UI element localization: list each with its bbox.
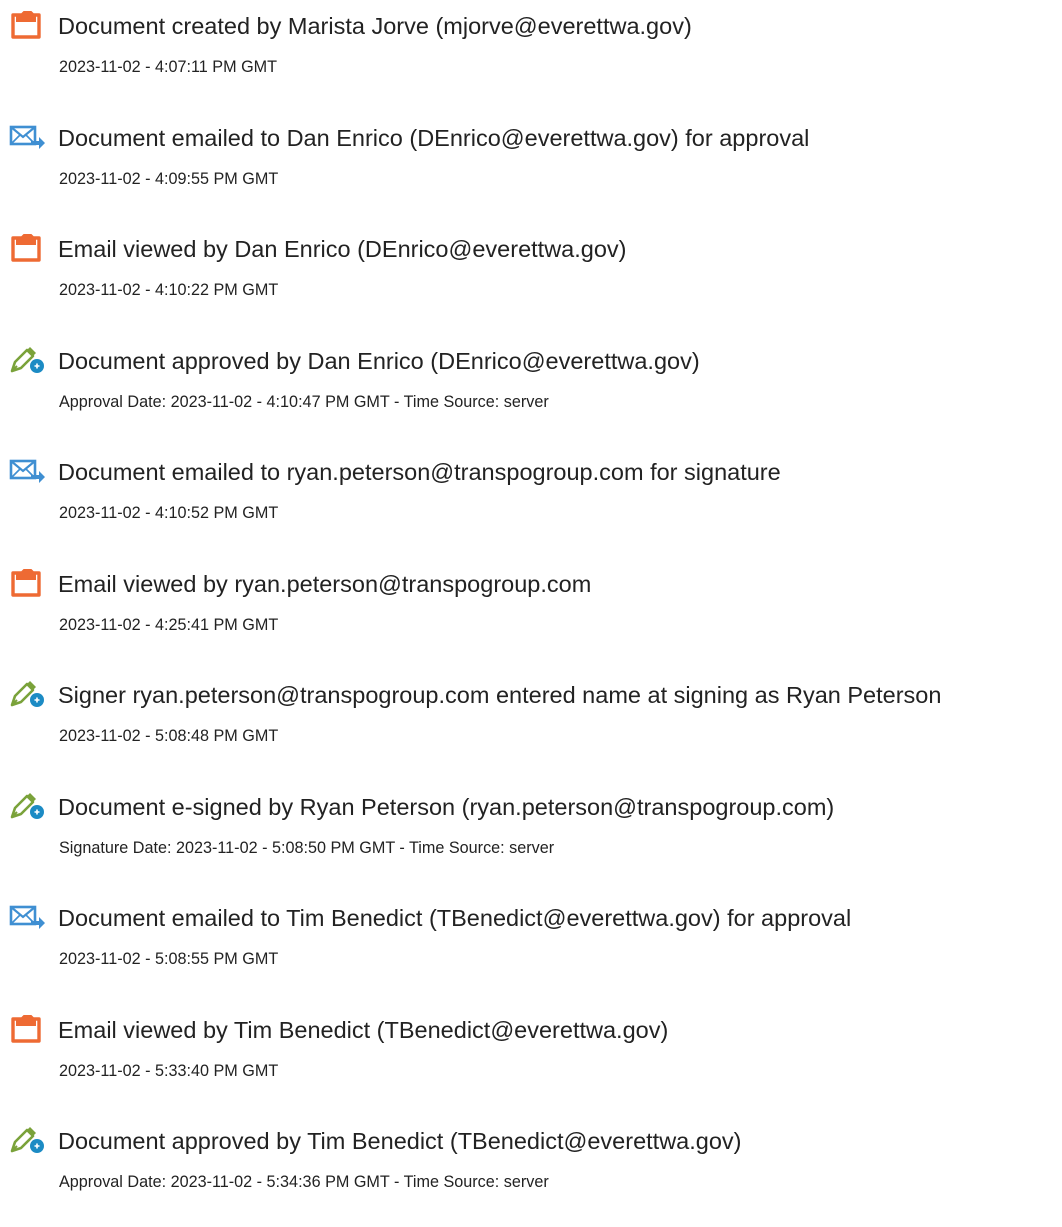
event-title: Document emailed to Tim Benedict (TBened…: [58, 905, 852, 931]
event-timestamp: 2023-11-02 - 5:08:48 PM GMT: [59, 727, 279, 745]
event-timestamp: 2023-11-02 - 4:09:55 PM GMT: [59, 169, 279, 188]
pen-icon: [9, 346, 47, 374]
event-title: Email viewed by ryan.peterson@transpogro…: [58, 570, 592, 597]
event-timestamp: 2023-11-02 - 5:33:40 PM GMT: [59, 1061, 279, 1080]
event-title: Document approved by Tim Benedict (TBene…: [58, 1128, 742, 1154]
document-icon: [9, 1014, 47, 1043]
document-icon: [9, 234, 47, 262]
history-event: Document e-signed by Ryan Peterson (ryan…: [0, 781, 1062, 893]
history-event: Email viewed by ryan.peterson@transpogro…: [0, 558, 1062, 670]
history-event: Document emailed to Tim Benedict (TBened…: [0, 892, 1062, 1004]
event-timestamp: 2023-11-02 - 4:10:22 PM GMT: [59, 281, 279, 299]
document-icon: [9, 568, 47, 597]
pen-icon: [9, 1126, 47, 1154]
history-event: Document created by Marista Jorve (mjorv…: [0, 0, 1062, 112]
event-timestamp: 2023-11-02 - 4:10:52 PM GMT: [59, 504, 279, 522]
history-event: Email viewed by Dan Enrico (DEnrico@ever…: [0, 223, 1062, 335]
event-title: Document emailed to Dan Enrico (DEnrico@…: [58, 124, 810, 151]
document-icon: [9, 11, 47, 39]
event-timestamp: 2023-11-02 - 5:08:55 PM GMT: [59, 950, 279, 968]
email-icon: [9, 457, 47, 485]
event-title: Document e-signed by Ryan Peterson (ryan…: [58, 793, 835, 820]
pen-icon: [9, 680, 47, 708]
event-timestamp: Approval Date: 2023-11-02 - 5:34:36 PM G…: [59, 1173, 549, 1191]
history-event: Document approved by Dan Enrico (DEnrico…: [0, 335, 1062, 447]
event-title: Email viewed by Tim Benedict (TBenedict@…: [58, 1016, 669, 1043]
pen-icon: [9, 792, 47, 820]
history-event: Document emailed to ryan.peterson@transp…: [0, 446, 1062, 558]
email-icon: [9, 123, 47, 151]
email-icon: [9, 903, 47, 931]
event-title: Signer ryan.peterson@transpogroup.com en…: [58, 682, 942, 708]
event-title: Document created by Marista Jorve (mjorv…: [58, 13, 692, 39]
event-timestamp: Approval Date: 2023-11-02 - 4:10:47 PM G…: [59, 392, 549, 411]
event-title: Document emailed to ryan.peterson@transp…: [58, 459, 781, 485]
event-timestamp: Signature Date: 2023-11-02 - 5:08:50 PM …: [59, 838, 555, 857]
history-event: Document approved by Tim Benedict (TBene…: [0, 1115, 1062, 1227]
event-title: Document approved by Dan Enrico (DEnrico…: [58, 347, 700, 374]
event-timestamp: 2023-11-02 - 4:07:11 PM GMT: [59, 58, 278, 76]
history-event: Email viewed by Tim Benedict (TBenedict@…: [0, 1004, 1062, 1116]
audit-history-list: Document created by Marista Jorve (mjorv…: [0, 0, 1062, 1227]
history-event: Document emailed to Dan Enrico (DEnrico@…: [0, 112, 1062, 224]
history-event: Signer ryan.peterson@transpogroup.com en…: [0, 669, 1062, 781]
event-title: Email viewed by Dan Enrico (DEnrico@ever…: [58, 236, 627, 262]
event-timestamp: 2023-11-02 - 4:25:41 PM GMT: [59, 615, 279, 634]
